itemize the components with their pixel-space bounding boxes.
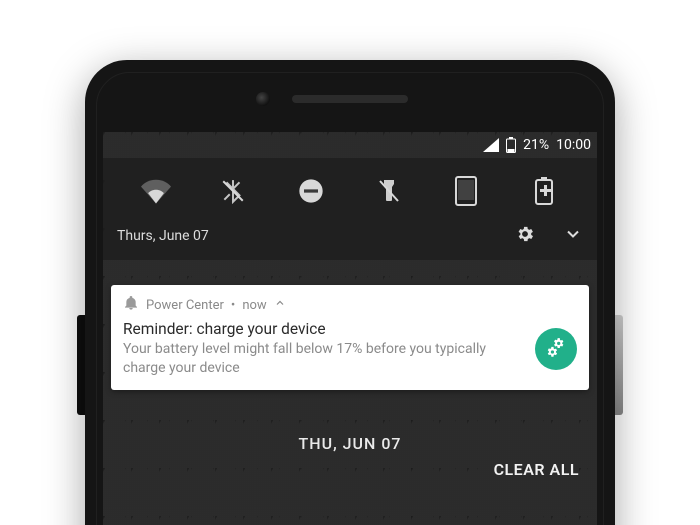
cellular-signal-icon <box>483 138 499 152</box>
screen: 21% 10:00 <box>103 132 597 525</box>
expand-chevron-icon[interactable] <box>563 224 583 248</box>
quick-settings-panel: Thurs, June 07 <box>103 158 597 260</box>
notification-title: Reminder: charge your device <box>123 320 521 338</box>
front-camera <box>256 92 270 106</box>
bell-icon <box>123 295 139 315</box>
clear-all-button[interactable]: CLEAR ALL <box>494 460 579 479</box>
status-bar-clock: 10:00 <box>556 137 591 153</box>
notification-app-name: Power Center <box>146 298 224 313</box>
qs-tile-flashlight-off[interactable] <box>370 172 408 210</box>
notification-text: Your battery level might fall below 17% … <box>123 340 521 378</box>
bullet: • <box>231 298 235 313</box>
notification-body: Reminder: charge your device Your batter… <box>123 320 577 378</box>
qs-tile-bluetooth-off[interactable] <box>214 172 252 210</box>
earpiece-speaker <box>292 95 408 103</box>
qs-tile-wifi[interactable] <box>137 172 175 210</box>
qs-date: Thurs, June 07 <box>117 228 209 244</box>
side-button-left <box>77 315 85 415</box>
collapse-caret-icon[interactable] <box>274 297 286 313</box>
qs-tile-do-not-disturb[interactable] <box>292 172 330 210</box>
battery-icon <box>506 137 516 153</box>
qs-tile-battery-saver[interactable] <box>525 172 563 210</box>
battery-percent: 21% <box>523 137 549 153</box>
notification-header: Power Center • now <box>123 295 577 315</box>
quick-settings-meta: Thurs, June 07 <box>103 220 597 256</box>
settings-gear-icon[interactable] <box>515 224 535 248</box>
power-center-app-icon <box>535 328 577 370</box>
quick-settings-row <box>103 158 597 220</box>
qs-tile-portrait[interactable] <box>447 172 485 210</box>
side-button-right <box>615 315 623 415</box>
notification-when: now <box>242 298 266 313</box>
status-bar: 21% 10:00 <box>483 134 591 156</box>
wallpaper-date-widget: THU, JUN 07 <box>103 434 597 453</box>
notification-card[interactable]: Power Center • now Reminder: charge your… <box>111 285 589 390</box>
